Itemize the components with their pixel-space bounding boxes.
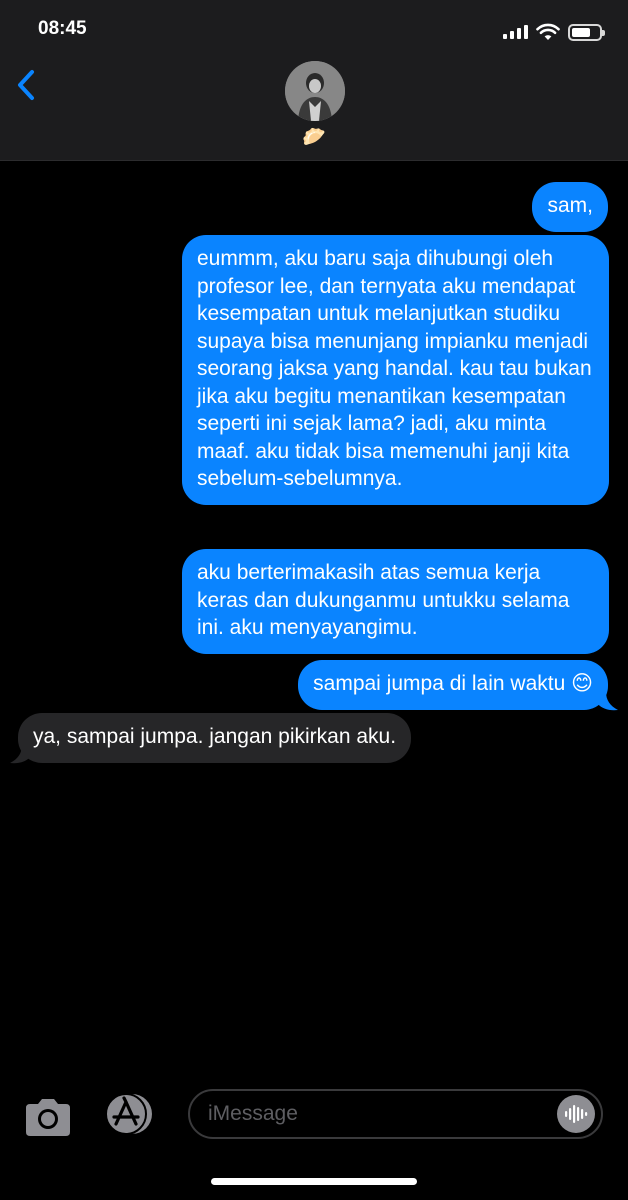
status-icons <box>503 20 605 44</box>
cellular-signal-icon <box>503 25 528 39</box>
message-input[interactable] <box>208 1091 548 1137</box>
camera-icon[interactable] <box>22 1096 74 1140</box>
message-composer <box>0 1080 628 1150</box>
message-bubble-sent[interactable]: sam, <box>532 182 608 232</box>
conversation-header: 08:45 🥟 <box>0 0 628 161</box>
contact-photo <box>285 61 345 121</box>
contact-avatar[interactable] <box>285 61 345 121</box>
message-bubble-sent[interactable]: sampai jumpa di lain waktu 😊 <box>298 660 608 710</box>
back-chevron-icon[interactable] <box>8 62 42 108</box>
bubble-tail <box>598 692 618 711</box>
status-time: 08:45 <box>38 18 87 39</box>
wifi-icon <box>536 23 560 40</box>
imessage-input-field[interactable] <box>188 1089 603 1139</box>
contact-name: 🥟 <box>302 127 326 148</box>
app-store-icon[interactable] <box>102 1092 158 1136</box>
message-bubble-received[interactable]: ya, sampai jumpa. jangan pikirkan aku. <box>18 713 412 763</box>
battery-icon <box>568 23 605 41</box>
audio-waveform-icon[interactable] <box>557 1095 595 1133</box>
message-bubble-sent[interactable]: aku berterimakasih atas semua kerja kera… <box>182 549 609 654</box>
bubble-tail <box>10 745 30 764</box>
message-bubble-sent[interactable]: eummm, aku baru saja dihubungi oleh prof… <box>182 235 609 505</box>
home-indicator[interactable] <box>211 1178 417 1185</box>
